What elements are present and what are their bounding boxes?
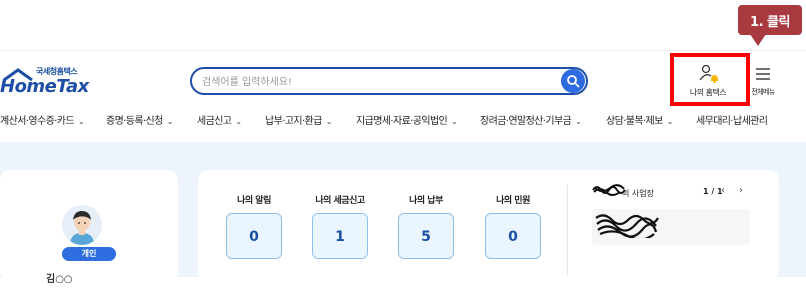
nav-item-label: 증명·등록·신청 <box>106 116 163 127</box>
nav-item-label: 세금신고 <box>197 116 232 127</box>
user-avatar-icon <box>62 205 102 245</box>
chevron-down-icon: ⌄ <box>451 117 458 126</box>
nav-item-certificates[interactable]: 증명·등록·신청 ⌄ <box>106 112 173 127</box>
business-label: 의 사업장 <box>622 189 654 198</box>
logo-title: HomeTax <box>0 76 89 97</box>
hamburger-menu-icon <box>756 68 770 80</box>
nav-item-label: 상담·불복·제보 <box>606 116 663 127</box>
stat-value-petition[interactable]: 0 <box>485 213 541 259</box>
chevron-down-icon: ⌄ <box>666 117 674 126</box>
nav-item-label: 계산서·영수증·카드 <box>0 116 75 127</box>
nav-item-tax-filing[interactable]: 세금신고 ⌄ <box>197 112 242 127</box>
stat-title: 나의 세금신고 <box>315 196 365 206</box>
stat-title: 나의 납부 <box>409 196 443 206</box>
stat-value-notifications[interactable]: 0 <box>226 213 282 259</box>
nav-item-payment-statements[interactable]: 지급명세·자료·공익법인 ⌄ <box>356 112 458 127</box>
search-button[interactable] <box>561 69 585 93</box>
callout-pointer <box>750 34 766 46</box>
all-menu-label: 전체메뉴 <box>751 88 775 96</box>
nav-item-label: 세무대리·납세관리 <box>696 116 768 127</box>
stat-title-petition: 나의 민원 <box>483 193 543 206</box>
header-top-divider <box>0 50 806 51</box>
nav-item-label: 장려금·연말정산·기부금 <box>480 116 572 127</box>
nav-item-consulting[interactable]: 상담·불복·제보 ⌄ <box>606 112 673 127</box>
nav-item-invoices[interactable]: 계산서·영수증·카드 ⌄ <box>0 112 85 127</box>
nav-item-label: 납부·고지·환급 <box>265 116 322 127</box>
avatar <box>62 205 102 245</box>
callout-label: 1. 클릭 <box>738 5 802 35</box>
stats-divider <box>567 185 568 275</box>
hometax-logo[interactable]: 국세청홈택스 HomeTax <box>0 66 92 97</box>
stat-title-notifications: 나의 알림 <box>224 193 284 206</box>
user-name: 김○○ <box>46 274 73 285</box>
pagination-indicator: 1 / 1 <box>703 187 723 196</box>
highlight-box <box>670 53 750 106</box>
footer-strip <box>0 277 806 298</box>
search-icon <box>567 75 580 88</box>
nav-item-tax-agent[interactable]: 세무대리·납세관리 <box>696 112 768 127</box>
all-menu-button[interactable]: 전체메뉴 <box>748 62 778 102</box>
main-nav: 계산서·영수증·카드 ⌄ 증명·등록·신청 ⌄ 세금신고 ⌄ 납부·고지·환급 ⌄ 지급… <box>0 112 806 132</box>
chevron-left-icon[interactable]: ‹ <box>721 185 725 196</box>
chevron-down-icon: ⌄ <box>235 117 242 126</box>
stat-title: 나의 알림 <box>237 196 271 206</box>
chevron-down-icon: ⌄ <box>575 117 582 126</box>
search-input[interactable] <box>202 73 552 91</box>
chevron-right-icon[interactable]: › <box>739 185 743 196</box>
stat-title-payment: 나의 납부 <box>396 193 456 206</box>
chevron-down-icon: ⌄ <box>77 117 85 126</box>
user-type-badge: 개인 <box>62 247 116 261</box>
redacted-scribble <box>595 214 659 238</box>
chevron-down-icon: ⌄ <box>325 117 333 126</box>
stat-title-tax-filing: 나의 세금신고 <box>310 193 370 206</box>
stat-title: 나의 민원 <box>496 196 530 206</box>
nav-item-payment[interactable]: 납부·고지·환급 ⌄ <box>265 112 332 127</box>
nav-item-incentives[interactable]: 장려금·연말정산·기부금 ⌄ <box>480 112 582 127</box>
stat-value-tax-filing[interactable]: 1 <box>312 213 368 259</box>
nav-item-label: 지급명세·자료·공익법인 <box>356 116 448 127</box>
stat-value-payment[interactable]: 5 <box>398 213 454 259</box>
redacted-scribble <box>592 184 626 196</box>
search-bar[interactable] <box>190 67 588 95</box>
chevron-down-icon: ⌄ <box>166 117 174 126</box>
